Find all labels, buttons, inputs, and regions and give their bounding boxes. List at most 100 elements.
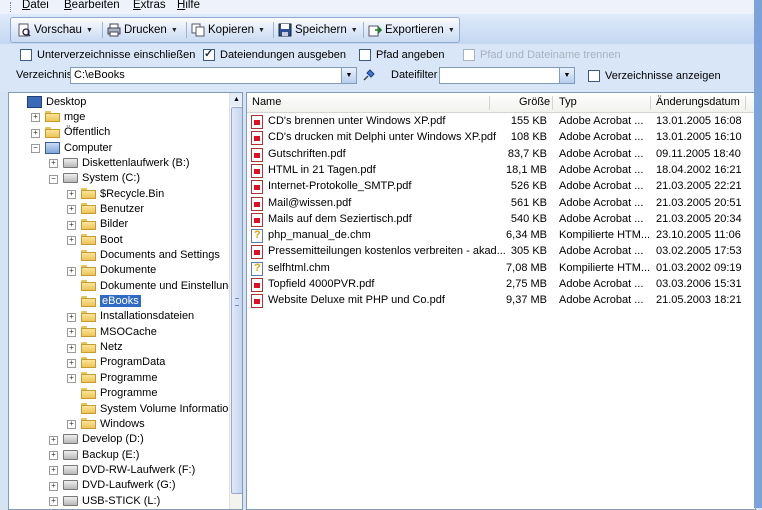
expand-icon[interactable]: + bbox=[67, 374, 76, 384]
checkbox-box[interactable] bbox=[359, 49, 371, 61]
chevron-down-icon[interactable]: ▼ bbox=[559, 68, 574, 83]
expand-icon[interactable]: + bbox=[31, 113, 40, 123]
tree-item[interactable]: System Volume Information bbox=[81, 401, 235, 416]
column-separator[interactable] bbox=[650, 96, 651, 110]
expand-icon[interactable]: + bbox=[49, 497, 58, 507]
tree-item[interactable]: ProgramData bbox=[81, 355, 165, 370]
column-header-name[interactable]: Name bbox=[252, 96, 281, 108]
tree-item[interactable]: Documents and Settings bbox=[81, 248, 220, 263]
tree-item[interactable]: eBooks bbox=[81, 294, 141, 309]
column-separator[interactable] bbox=[489, 96, 490, 110]
tree-item[interactable]: USB-STICK (L:) bbox=[63, 493, 160, 508]
verzeichnisse-anzeigen-checkbox[interactable]: Verzeichnisse anzeigen bbox=[588, 70, 721, 82]
expand-icon[interactable]: + bbox=[67, 358, 76, 368]
expand-icon[interactable]: + bbox=[49, 159, 58, 169]
collapse-icon[interactable]: − bbox=[31, 144, 40, 154]
speichern-button[interactable]: Speichern ▼ bbox=[278, 21, 358, 39]
expand-icon[interactable]: + bbox=[67, 343, 76, 353]
expand-icon[interactable]: + bbox=[67, 328, 76, 338]
tree-item[interactable]: Diskettenlaufwerk (B:) bbox=[63, 155, 190, 170]
tree-item[interactable]: Bilder bbox=[81, 217, 128, 232]
table-row[interactable]: selfhtml.chm 7,08 MB Kompilierte HTM... 01.… bbox=[247, 261, 755, 277]
menu-extras[interactable]: Extras bbox=[133, 0, 166, 11]
tree-item[interactable]: Benutzer bbox=[81, 201, 144, 216]
scroll-thumb[interactable] bbox=[231, 107, 242, 494]
menu-hilfe[interactable]: Hilfe bbox=[177, 0, 200, 11]
table-row[interactable]: php_manual_de.chm 6,34 MB Kompilierte HTM.… bbox=[247, 228, 755, 244]
tree-item[interactable]: Öffentlich bbox=[45, 125, 110, 140]
table-row[interactable]: CD's brennen unter Windows XP.pdf 155 KB A… bbox=[247, 114, 755, 130]
column-header-date[interactable]: Änderungsdatum bbox=[656, 96, 740, 108]
tree-item[interactable]: System (C:) bbox=[63, 171, 140, 186]
dateifilter-combo[interactable]: ▼ bbox=[439, 67, 575, 84]
table-row[interactable]: Mail@wissen.pdf 561 KB Adobe Acrobat ... 21… bbox=[247, 196, 755, 212]
tree-item[interactable]: DVD-RW-Laufwerk (F:) bbox=[63, 462, 195, 477]
checkbox-box[interactable] bbox=[20, 49, 32, 61]
table-row[interactable]: Gutschriften.pdf 83,7 KB Adobe Acrobat ...… bbox=[247, 147, 755, 163]
scroll-up-icon[interactable]: ▲ bbox=[230, 93, 242, 106]
tree-item[interactable]: Dokumente und Einstellungen bbox=[81, 278, 242, 293]
expand-icon[interactable]: + bbox=[49, 435, 58, 445]
table-row[interactable]: Internet-Protokolle_SMTP.pdf 526 KB Adobe … bbox=[247, 179, 755, 195]
pdf-file-icon bbox=[251, 115, 263, 129]
chevron-down-icon[interactable]: ▼ bbox=[341, 68, 356, 83]
expand-icon[interactable]: + bbox=[67, 266, 76, 276]
checkbox-box[interactable] bbox=[463, 49, 475, 61]
menu-bearbeiten[interactable]: Bearbeiten bbox=[64, 0, 120, 11]
checkbox-box[interactable] bbox=[203, 47, 215, 61]
tree-item[interactable]: Windows bbox=[81, 416, 145, 431]
expand-icon[interactable]: + bbox=[67, 205, 76, 215]
tree-item[interactable]: Boot bbox=[81, 232, 123, 247]
pin-icon[interactable] bbox=[361, 67, 377, 83]
tree-item[interactable]: mge bbox=[45, 109, 85, 124]
vorschau-button[interactable]: Vorschau ▼ bbox=[17, 21, 93, 39]
expand-icon[interactable]: + bbox=[67, 420, 76, 430]
drucken-button[interactable]: Drucken ▼ bbox=[107, 21, 178, 39]
expand-icon[interactable]: + bbox=[67, 236, 76, 246]
column-header-type[interactable]: Typ bbox=[559, 96, 577, 108]
exportieren-button[interactable]: Exportieren ▼ bbox=[368, 21, 455, 39]
table-row[interactable]: CD's drucken mit Delphi unter Windows XP… bbox=[247, 130, 755, 146]
checkbox-box[interactable] bbox=[588, 70, 600, 82]
pfad-trennen-checkbox[interactable]: Pfad und Dateiname trennen bbox=[463, 49, 621, 61]
expand-icon[interactable]: + bbox=[67, 190, 76, 200]
table-row[interactable]: Pressemitteilungen kostenlos verbreiten … bbox=[247, 244, 755, 260]
tree-item[interactable]: Dokumente bbox=[81, 263, 156, 278]
expand-icon[interactable]: + bbox=[67, 220, 76, 230]
column-separator[interactable] bbox=[745, 96, 746, 110]
expand-icon[interactable]: + bbox=[49, 451, 58, 461]
tree-item[interactable]: DVD-Laufwerk (G:) bbox=[63, 478, 176, 493]
expand-icon[interactable]: + bbox=[49, 481, 58, 491]
table-row[interactable]: Mails auf dem Seziertisch.pdf 540 KB Adobe… bbox=[247, 212, 755, 228]
file-list[interactable]: Name Größe Typ Änderungsdatum CD's brenn… bbox=[246, 92, 756, 510]
collapse-icon[interactable]: − bbox=[49, 174, 58, 184]
tree-item[interactable]: Backup (E:) bbox=[63, 447, 139, 462]
table-row[interactable]: Topfield 4000PVR.pdf 2,75 MB Adobe Acrobat… bbox=[247, 277, 755, 293]
unterverzeichnisse-checkbox[interactable]: Unterverzeichnisse einschließen bbox=[20, 49, 195, 61]
column-separator[interactable] bbox=[552, 96, 553, 110]
tree-item[interactable]: Computer bbox=[45, 140, 112, 155]
verzeichnis-value[interactable]: C:\eBooks bbox=[74, 69, 125, 81]
table-row[interactable]: HTML in 21 Tagen.pdf 18,1 MB Adobe Acrobat… bbox=[247, 163, 755, 179]
tree-item[interactable]: Develop (D:) bbox=[63, 432, 144, 447]
expand-icon[interactable]: + bbox=[31, 128, 40, 138]
tree-item[interactable]: $Recycle.Bin bbox=[81, 186, 164, 201]
tree-item[interactable]: Netz bbox=[81, 340, 123, 355]
table-row[interactable]: Website Deluxe mit PHP und Co.pdf 9,37 MB… bbox=[247, 293, 755, 309]
dateiendungen-checkbox[interactable]: Dateiendungen ausgeben bbox=[203, 47, 346, 61]
kopieren-button[interactable]: Kopieren ▼ bbox=[191, 21, 265, 39]
expand-icon[interactable]: + bbox=[67, 312, 76, 322]
tree-item[interactable]: MSOCache bbox=[81, 324, 157, 339]
cell-type: Adobe Acrobat ... bbox=[559, 147, 644, 160]
tree-item[interactable]: Programme bbox=[81, 386, 157, 401]
tree-item[interactable]: Installationsdateien bbox=[81, 309, 194, 324]
pfad-checkbox[interactable]: Pfad angeben bbox=[359, 49, 445, 61]
expand-icon[interactable]: + bbox=[49, 466, 58, 476]
tree-item[interactable]: Desktop bbox=[27, 94, 86, 109]
column-header-size[interactable]: Größe bbox=[519, 96, 550, 108]
folder-tree[interactable]: Desktop + mge + Öffentlich − Computer + Diskette… bbox=[8, 92, 243, 510]
tree-item[interactable]: Programme bbox=[81, 370, 157, 385]
tree-scrollbar[interactable]: ▲ bbox=[229, 93, 242, 509]
verzeichnis-combo[interactable]: C:\eBooks ▼ bbox=[70, 67, 357, 84]
menu-datei[interactable]: Datei bbox=[22, 0, 49, 11]
